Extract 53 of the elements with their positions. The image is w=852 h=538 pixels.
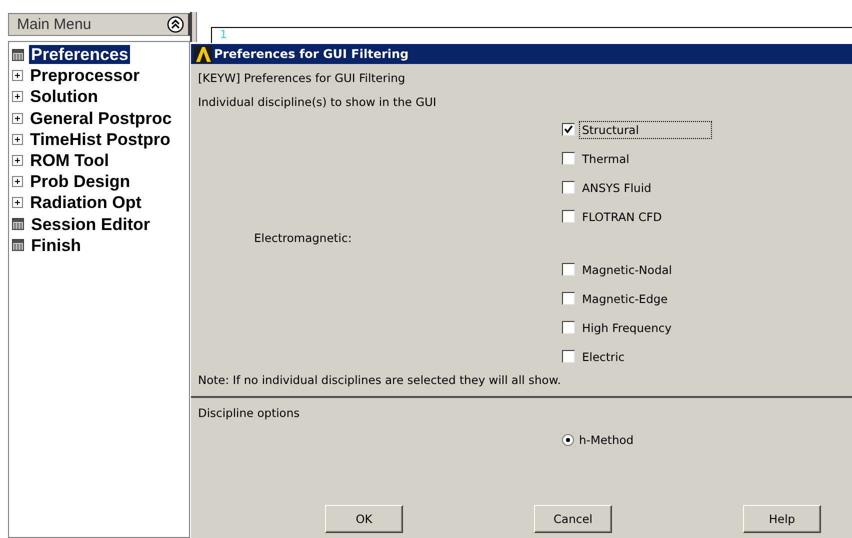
checkbox-label[interactable]: Electric: [579, 348, 628, 366]
menu-item[interactable]: ROM Tool: [28, 151, 111, 170]
check-icon: [564, 125, 573, 134]
menu-item[interactable]: Preprocessor: [28, 66, 142, 86]
checkbox[interactable]: [562, 263, 575, 276]
logo-icon: [194, 46, 212, 62]
checkbox[interactable]: [562, 321, 575, 334]
radio-button[interactable]: [562, 434, 574, 446]
checkbox[interactable]: [562, 350, 575, 363]
menu-item[interactable]: Prob Design: [28, 172, 132, 192]
keyword-label: [KEYW] Preferences for GUI Filtering: [197, 71, 406, 85]
checkbox[interactable]: [562, 181, 575, 194]
group-label: Electromagnetic:: [254, 231, 352, 245]
expand-icon[interactable]: [12, 112, 23, 124]
checkbox[interactable]: [562, 292, 575, 305]
expand-icon[interactable]: [12, 134, 23, 145]
dialog-button[interactable]: OK: [325, 505, 403, 533]
panel-icon: [12, 239, 24, 252]
expand-icon[interactable]: [12, 155, 23, 166]
panel-icon: [12, 48, 24, 61]
expand-icon[interactable]: [12, 197, 23, 208]
menu-item[interactable]: Radiation Opt: [28, 193, 144, 212]
note-text: Note: If no individual disciplines are selected they will all show.: [197, 373, 562, 387]
menu-item[interactable]: Session Editor: [29, 214, 152, 234]
checkbox-label[interactable]: FLOTRAN CFD: [579, 208, 665, 226]
menu-item[interactable]: General Postproc: [28, 108, 174, 128]
collapse-icon[interactable]: [167, 16, 184, 33]
checkbox[interactable]: [562, 152, 575, 165]
checkbox[interactable]: [562, 210, 575, 223]
menu-item[interactable]: Finish: [29, 236, 84, 255]
expand-icon[interactable]: [12, 70, 23, 82]
window-number: 1: [220, 28, 227, 41]
menu-item[interactable]: Solution: [28, 87, 100, 106]
dialog-title: Preferences for GUI Filtering: [214, 47, 409, 61]
dialog-button[interactable]: Help: [743, 505, 821, 533]
checkbox-label[interactable]: Magnetic-Edge: [579, 290, 671, 308]
checkbox-label[interactable]: ANSYS Fluid: [579, 178, 654, 196]
expand-icon[interactable]: [12, 91, 23, 102]
checkbox-label[interactable]: Thermal: [579, 150, 632, 168]
section-title: Discipline options: [197, 406, 301, 420]
dialog-button[interactable]: Cancel: [534, 505, 612, 533]
panel-icon: [12, 218, 24, 230]
menu-item[interactable]: Preferences: [29, 45, 130, 64]
splitter-bar[interactable]: [190, 12, 197, 42]
checkbox[interactable]: [562, 123, 575, 136]
menu-title: Main Menu: [17, 16, 92, 33]
expand-icon[interactable]: [12, 176, 23, 188]
menu-item[interactable]: TimeHist Postpro: [28, 130, 172, 149]
prompt-label: Individual discipline(s) to show in the GUI: [197, 95, 438, 109]
radio-label[interactable]: h-Method: [579, 433, 634, 447]
checkbox-label[interactable]: Magnetic-Nodal: [579, 260, 675, 278]
checkbox-label[interactable]: Structural: [579, 120, 712, 138]
checkbox-label[interactable]: High Frequency: [579, 318, 674, 336]
